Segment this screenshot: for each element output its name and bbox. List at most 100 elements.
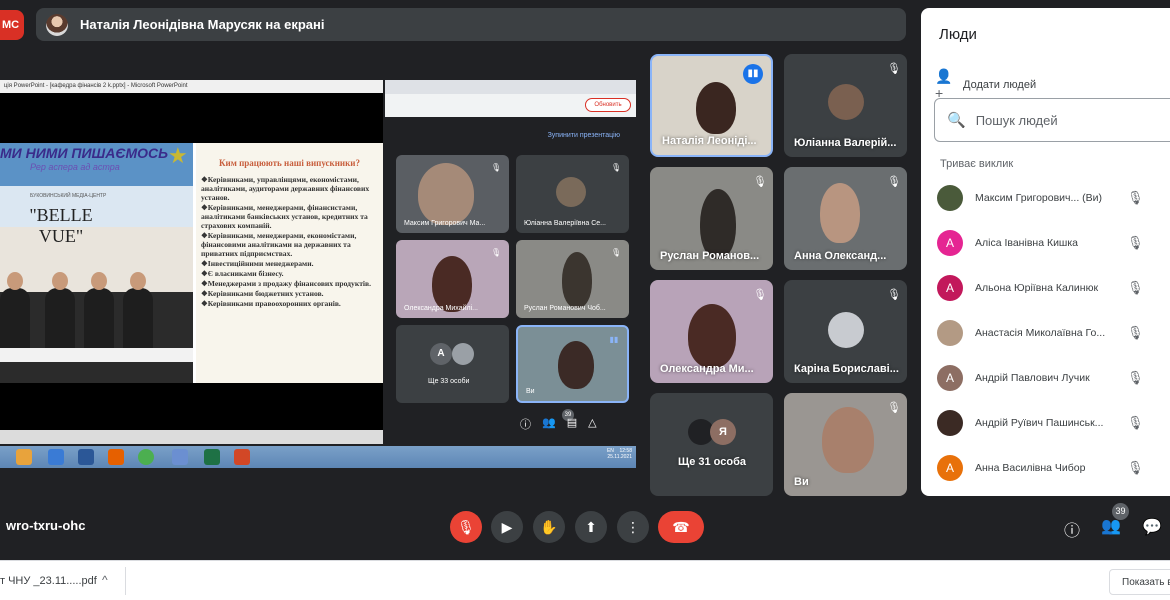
slide-heading: Ким працюють наші випускники? <box>219 158 360 168</box>
participant-row[interactable]: A Аліса Іванівна Кишка 🎙 <box>937 230 1170 256</box>
avatar: Я <box>710 419 736 445</box>
participant-face <box>820 183 860 243</box>
add-people-button[interactable]: 👤+ Додати людей <box>935 68 1036 101</box>
slide-bullet: ❖Керівниками, управлінцями, економістами… <box>201 175 370 202</box>
mic-off-icon: 🎙 <box>1127 370 1144 385</box>
powerpoint-icon <box>234 449 250 465</box>
search-box[interactable]: 🔍 <box>934 98 1170 142</box>
participant-row[interactable]: A Альона Юріївна Калинюк 🎙 <box>937 275 1170 301</box>
word-icon <box>78 449 94 465</box>
participant-row[interactable]: A Андрій Павлович Лучик 🎙 <box>937 365 1170 391</box>
participant-name: Анна Василівна Чибор <box>975 462 1086 474</box>
video-tile[interactable]: ▮▮ Наталія Леоніді... <box>650 54 773 157</box>
slide-bullet: ❖Менеджерами з продажу фінансових продук… <box>201 279 372 288</box>
leave-call-button[interactable]: ☎ <box>658 511 704 543</box>
mic-off-icon: 🎙 <box>1127 190 1144 205</box>
tile-name: Наталія Леоніді... <box>662 135 757 147</box>
taskbar-date: 25.11.2021 <box>607 454 632 460</box>
stop-presentation-link: Зупинити презентацію <box>547 132 620 139</box>
chat-icon[interactable]: 💬 <box>1142 517 1162 537</box>
download-bar: т ЧНУ _23.11.....pdf ^ Показать в <box>0 560 1170 600</box>
video-tile[interactable]: 🎙 Каріна Бориславі... <box>784 280 907 383</box>
firefox-icon <box>108 449 124 465</box>
more-options-button[interactable]: ⋮ <box>617 511 649 543</box>
participant-face <box>696 82 736 134</box>
powerpoint-status-bar <box>0 430 383 444</box>
avatar <box>46 13 68 36</box>
participant-row[interactable]: A Анна Василівна Чибор 🎙 <box>937 455 1170 481</box>
mic-off-icon: 🎙 <box>1127 235 1144 250</box>
mic-off-icon: 🎙 <box>457 519 475 535</box>
raise-hand-button[interactable]: ✋ <box>533 511 565 543</box>
more-participants-tile[interactable]: Я Ще 31 особа <box>650 393 773 496</box>
participant-row[interactable]: Максим Григорович... (Ви) 🎙 <box>937 185 1170 211</box>
taskbar-tray: EN 12:58 25.11.2021 <box>607 448 632 460</box>
add-people-label: Додати людей <box>963 78 1037 91</box>
tile-name: Максим Григорович Ма... <box>404 220 486 227</box>
tile-name: Руслан Романов... <box>660 250 760 262</box>
show-all-button[interactable]: Показать в <box>1109 569 1170 595</box>
search-input[interactable] <box>975 112 1156 128</box>
tile-name: Ще 33 особи <box>428 378 470 385</box>
video-tile[interactable]: 🎙 Анна Олександ... <box>784 167 907 270</box>
activities-icon: △ <box>588 417 597 429</box>
mic-off-icon: 🎙 <box>887 176 901 188</box>
slide-bullet: ❖Керівниками бюджетних установ. <box>201 289 324 298</box>
inner-video-tile-self: ▮▮ Ви <box>516 325 629 403</box>
windows-taskbar: EN 12:58 25.11.2021 <box>0 446 636 468</box>
participant-face <box>562 252 592 308</box>
video-tile-self[interactable]: 🎙 Ви <box>784 393 907 496</box>
tile-name: Юліанна Валеріївна Се... <box>524 220 606 227</box>
present-button[interactable]: ⬆ <box>575 511 607 543</box>
browser-update-button: Обновить <box>585 98 631 112</box>
slide-banner-text: МИ НИМИ ПИШАЄМОСЬ <box>0 145 169 161</box>
avatar <box>828 312 864 348</box>
mic-off-icon: 🎙 <box>1127 460 1144 475</box>
chevron-up-icon[interactable]: ^ <box>102 573 108 587</box>
in-call-label: Триває виклик <box>940 158 1014 170</box>
avatar <box>556 177 586 207</box>
powerpoint-title-bar: ція PowerPoint - [кафедра фінансів 2 k.p… <box>0 80 383 93</box>
camera-toggle-button[interactable]: ▶ <box>491 511 523 543</box>
chrome-icon <box>138 449 154 465</box>
tile-name: Каріна Бориславі... <box>794 363 899 375</box>
presenting-chip[interactable]: Наталія Леонідівна Марусяк на екрані <box>36 8 906 41</box>
tile-name: Юліанна Валерій... <box>794 137 897 149</box>
divider <box>125 567 126 595</box>
avatar <box>937 320 963 346</box>
participant-row[interactable]: Андрій Руївич Пашинськ... 🎙 <box>937 410 1170 436</box>
participant-name: Максим Григорович... (Ви) <box>975 192 1103 204</box>
slide-letterbox-bottom <box>0 383 383 430</box>
inner-video-tile: 🎙 Руслан Романович Чоб... <box>516 240 629 318</box>
info-icon[interactable]: ⓘ <box>1064 517 1080 541</box>
info-icon: ⓘ <box>520 419 531 431</box>
people-icon: 👥 <box>542 417 556 429</box>
mic-off-icon: 🎙 <box>753 289 767 301</box>
participant-row[interactable]: Анастасія Миколаївна Го... 🎙 <box>937 320 1170 346</box>
video-tile[interactable]: 🎙 Юліанна Валерій... <box>784 54 907 157</box>
people-count-badge: 39 <box>1112 503 1129 520</box>
tile-name: Олександра Михайлі... <box>404 305 478 312</box>
mic-off-icon: 🎙 <box>611 163 622 172</box>
video-tile[interactable]: 🎙 Олександра Ми... <box>650 280 773 383</box>
inner-more-tile: A Ще 33 особи <box>396 325 509 403</box>
avatar <box>937 185 963 211</box>
star-icon: ★ <box>168 143 188 168</box>
speaking-icon: ▮▮ <box>743 64 763 84</box>
mic-toggle-button[interactable]: 🎙 <box>450 511 482 543</box>
tile-name: Ви <box>794 476 809 488</box>
hang-up-icon: ☎ <box>672 519 690 535</box>
hand-icon: ✋ <box>540 519 558 535</box>
mic-off-icon: 🎙 <box>491 163 502 172</box>
download-file[interactable]: т ЧНУ _23.11.....pdf <box>0 575 97 587</box>
slide-bullet: ❖Є власниками бізнесу. <box>201 269 284 278</box>
video-tile[interactable]: 🎙 Руслан Романов... <box>650 167 773 270</box>
inner-video-tile: 🎙 Олександра Михайлі... <box>396 240 509 318</box>
avatar <box>937 410 963 436</box>
tile-name: Ви <box>526 388 535 395</box>
participant-face <box>558 341 594 389</box>
tile-name: Анна Олександ... <box>794 250 887 262</box>
ie-icon <box>48 449 64 465</box>
slide-banner-subtitle: Рер аспера ад астра <box>30 162 120 172</box>
speaking-icon: ▮▮ <box>609 335 619 344</box>
